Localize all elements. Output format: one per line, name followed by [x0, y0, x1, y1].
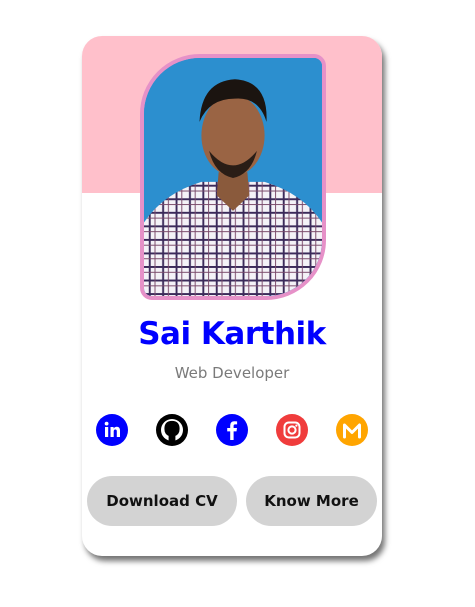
- github-link[interactable]: [156, 414, 188, 446]
- facebook-icon: [216, 414, 248, 446]
- medium-icon: [336, 414, 368, 446]
- profile-photo: [140, 54, 326, 300]
- profile-role: Web Developer: [174, 364, 290, 382]
- social-links: [82, 414, 382, 448]
- download-cv-button[interactable]: Download CV: [87, 476, 237, 526]
- profile-card: Sai Karthik Web Developer Download CV Kn…: [82, 36, 382, 556]
- profile-name: Sai Karthik: [138, 316, 326, 352]
- medium-link[interactable]: [336, 414, 368, 446]
- linkedin-icon: [96, 414, 128, 446]
- facebook-link[interactable]: [216, 414, 248, 446]
- linkedin-link[interactable]: [96, 414, 128, 446]
- instagram-link[interactable]: [276, 414, 308, 446]
- profile-photo-illustration: [144, 58, 322, 296]
- github-icon: [156, 414, 188, 446]
- know-more-button[interactable]: Know More: [246, 476, 377, 526]
- instagram-icon: [276, 414, 308, 446]
